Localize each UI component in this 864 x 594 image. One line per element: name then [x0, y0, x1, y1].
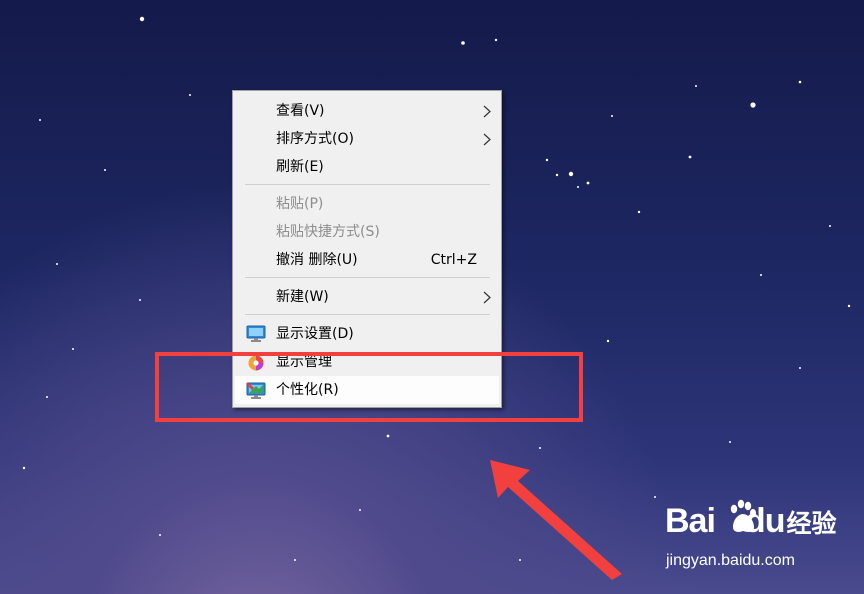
baidu-jingyan-watermark: Bai du经验 jingyan.baidu.com — [665, 496, 836, 576]
menu-item-refresh[interactable]: 刷新(E) — [235, 153, 499, 181]
menu-item-label: 新建(W) — [276, 289, 329, 305]
context-menu: 查看(V) 排序方式(O) 刷新(E) 粘贴(P) 粘贴快捷方式(S) 撤消 删… — [232, 90, 502, 408]
menu-item-label: 显示管理 — [276, 354, 332, 370]
menu-item-label: 撤消 删除(U) — [276, 252, 358, 268]
watermark-suffix: 经验 — [786, 510, 837, 538]
menu-separator — [245, 314, 490, 315]
menu-item-paste[interactable]: 粘贴(P) — [235, 190, 499, 218]
menu-item-label: 粘贴(P) — [276, 196, 324, 212]
menu-separator — [245, 277, 490, 278]
menu-separator — [245, 184, 490, 185]
menu-item-new[interactable]: 新建(W) — [235, 283, 499, 311]
menu-item-view[interactable]: 查看(V) — [235, 97, 499, 125]
submenu-arrow-icon — [483, 291, 491, 304]
watermark-url: jingyan.baidu.com — [666, 552, 795, 569]
menu-item-personalize[interactable]: 个性化(R) — [235, 376, 499, 404]
display-settings-icon — [246, 325, 266, 342]
menu-item-display-settings[interactable]: 显示设置(D) — [235, 320, 499, 348]
submenu-arrow-icon — [483, 133, 491, 146]
baidu-paw-icon — [730, 499, 756, 532]
menu-item-label: 排序方式(O) — [276, 131, 354, 147]
menu-item-label: 个性化(R) — [276, 382, 339, 398]
menu-item-display-manager[interactable]: 显示管理 — [235, 348, 499, 376]
submenu-arrow-icon — [483, 105, 491, 118]
watermark-brand: Bai — [665, 502, 716, 540]
menu-item-sort-by[interactable]: 排序方式(O) — [235, 125, 499, 153]
menu-item-label: 显示设置(D) — [276, 326, 354, 342]
menu-item-shortcut: Ctrl+Z — [430, 252, 477, 268]
menu-item-label: 粘贴快捷方式(S) — [276, 224, 380, 240]
menu-item-paste-shortcut[interactable]: 粘贴快捷方式(S) — [235, 218, 499, 246]
menu-item-label: 刷新(E) — [276, 159, 324, 175]
display-manager-icon — [248, 355, 264, 371]
personalize-icon — [246, 382, 266, 399]
annotation-arrow-icon — [490, 460, 622, 580]
menu-item-undo-delete[interactable]: 撤消 删除(U) Ctrl+Z — [235, 246, 499, 274]
menu-item-label: 查看(V) — [276, 103, 325, 119]
